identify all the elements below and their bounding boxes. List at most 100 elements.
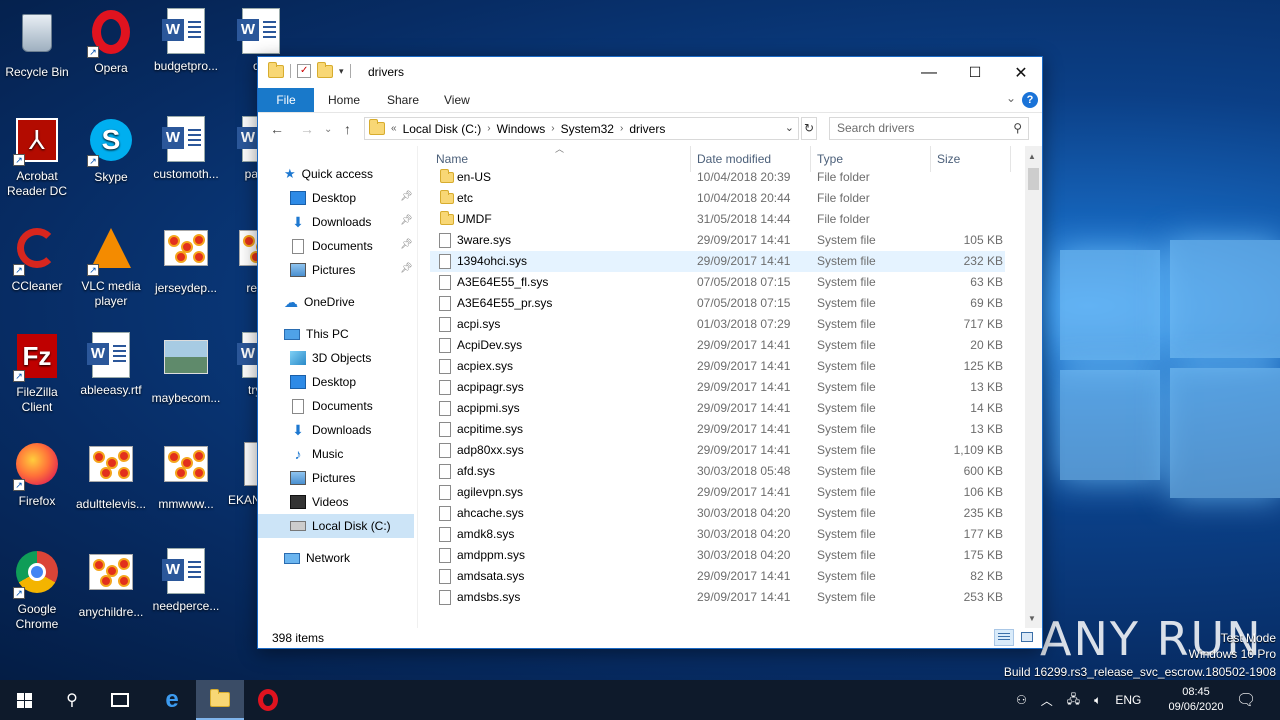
tab-share[interactable]: Share xyxy=(373,88,433,112)
nav-documents[interactable]: Documents xyxy=(290,394,373,418)
desktop-icon-item[interactable]: ↗ VLC media player xyxy=(74,224,148,309)
desktop-icon-item[interactable]: budgetpro... xyxy=(149,8,223,74)
file-explorer-window[interactable]: ✓ ▾ drivers — ☐ ✕ File Home Share View ⌄… xyxy=(257,56,1043,649)
breadcrumb-local-disk[interactable]: Local Disk (C:) xyxy=(403,122,482,136)
file-row[interactable]: adp80xx.sys 29/09/2017 14:41 System file 1,… xyxy=(430,440,1005,461)
network-icon[interactable]: 🖧︎ xyxy=(1067,690,1080,711)
nav-local-disk[interactable]: Local Disk (C:) xyxy=(258,514,414,538)
nav-onedrive[interactable]: ☁ OneDrive xyxy=(284,290,355,314)
maximize-button[interactable]: ☐ xyxy=(952,57,998,88)
desktop-icon-item[interactable]: jerseydep... xyxy=(149,224,223,296)
nav-this-pc[interactable]: This PC xyxy=(284,322,349,346)
details-view-button[interactable] xyxy=(994,629,1014,646)
action-center-button[interactable]: 🗨︎ xyxy=(1236,680,1256,720)
breadcrumb-overflow[interactable]: « xyxy=(391,123,397,134)
file-row[interactable]: acpiex.sys 29/09/2017 14:41 System file 125… xyxy=(430,356,1005,377)
nav-quick-desktop[interactable]: Desktop xyxy=(290,186,356,210)
tab-view[interactable]: View xyxy=(430,88,484,112)
title-bar[interactable]: ✓ ▾ drivers — ☐ ✕ xyxy=(258,57,1042,88)
taskbar-opera[interactable] xyxy=(244,680,292,720)
desktop-icon-item[interactable]: ↗ CCleaner xyxy=(0,224,74,294)
properties-icon[interactable]: ✓ xyxy=(297,64,311,78)
nav-quick-pictures[interactable]: Pictures xyxy=(290,258,355,282)
file-row[interactable]: acpipagr.sys 29/09/2017 14:41 System file 1… xyxy=(430,377,1005,398)
nav-3d-objects[interactable]: 3D Objects xyxy=(290,346,371,370)
file-row[interactable]: 3ware.sys 29/09/2017 14:41 System file 105 … xyxy=(430,230,1005,251)
tab-file[interactable]: File xyxy=(258,88,314,112)
pin-icon[interactable]: 📌︎ xyxy=(400,215,413,226)
scrollbar-thumb[interactable] xyxy=(1028,168,1039,190)
recent-locations-icon[interactable]: ⌄ xyxy=(324,124,332,135)
nav-pictures[interactable]: Pictures xyxy=(290,466,355,490)
large-icons-view-button[interactable] xyxy=(1018,629,1038,646)
desktop-icon-item[interactable]: anychildre... xyxy=(74,548,148,620)
file-row[interactable]: afd.sys 30/03/2018 05:48 System file 600 KB xyxy=(430,461,1005,482)
scroll-down-icon[interactable]: ▼ xyxy=(1028,614,1036,623)
file-row[interactable]: A3E64E55_pr.sys 07/05/2018 07:15 System fi… xyxy=(430,293,1005,314)
desktop-icon-item[interactable]: ↗ Firefox xyxy=(0,440,74,509)
desktop-icon-item[interactable]: adulttelevis... xyxy=(74,440,148,512)
folder-row[interactable]: UMDF 31/05/2018 14:44 File folder xyxy=(430,209,1005,230)
desktop-icon-item[interactable]: ⅄ ↗ Acrobat Reader DC xyxy=(0,116,74,199)
chevron-right-icon[interactable]: › xyxy=(620,123,623,134)
file-row[interactable]: A3E64E55_fl.sys 07/05/2018 07:15 System fi… xyxy=(430,272,1005,293)
breadcrumb-windows[interactable]: Windows xyxy=(497,122,546,136)
file-list[interactable]: ︿ Name Date modified Type Size en-US 10/0… xyxy=(430,146,1042,628)
language-indicator[interactable]: ENG xyxy=(1115,693,1141,707)
file-row[interactable]: amdsata.sys 29/09/2017 14:41 System file 82… xyxy=(430,566,1005,587)
taskbar-edge[interactable]: e xyxy=(148,680,196,720)
forward-button[interactable]: → xyxy=(300,121,314,137)
file-row[interactable]: amdsbs.sys 29/09/2017 14:41 System file 253… xyxy=(430,587,1005,608)
task-view-button[interactable] xyxy=(96,680,144,720)
desktop-icon-item[interactable]: ableeasy.rtf xyxy=(74,332,148,398)
desktop-icon-item[interactable]: ↗ Google Chrome xyxy=(0,548,74,632)
pin-icon[interactable]: 📌︎ xyxy=(400,191,413,202)
back-button[interactable]: ← xyxy=(270,121,284,137)
refresh-button[interactable]: ↻ xyxy=(801,117,817,140)
file-row[interactable]: amdk8.sys 30/03/2018 04:20 System file 177 … xyxy=(430,524,1005,545)
file-row[interactable]: 1394ohci.sys 29/09/2017 14:41 System file 2… xyxy=(430,251,1005,272)
search-button[interactable]: ⚲ xyxy=(48,680,96,720)
desktop-icon-item[interactable]: S ↗ Skype xyxy=(74,116,148,185)
address-dropdown-icon[interactable]: ⌄ xyxy=(785,121,794,134)
show-hidden-icons[interactable]: ︿ xyxy=(1041,692,1053,709)
volume-icon[interactable]: 🔈︎ xyxy=(1094,693,1101,708)
start-button[interactable] xyxy=(0,680,48,720)
vertical-scrollbar[interactable]: ▲ ▼ xyxy=(1025,146,1042,628)
nav-desktop[interactable]: Desktop xyxy=(290,370,356,394)
breadcrumb-system32[interactable]: System32 xyxy=(561,122,614,136)
desktop-icon-item[interactable]: mmwww... xyxy=(149,440,223,512)
nav-music[interactable]: ♪ Music xyxy=(290,442,344,466)
scroll-up-icon[interactable]: ▲ xyxy=(1028,152,1036,161)
file-row[interactable]: acpitime.sys 29/09/2017 14:41 System file 1… xyxy=(430,419,1005,440)
desktop-icon-item[interactable]: ↗ Opera xyxy=(74,8,148,76)
nav-downloads[interactable]: ⬇ Downloads xyxy=(290,418,371,442)
breadcrumb-drivers[interactable]: drivers xyxy=(629,122,665,136)
tab-home[interactable]: Home xyxy=(314,88,374,112)
chevron-down-icon[interactable]: ⌄ xyxy=(1006,91,1016,105)
nav-quick-downloads[interactable]: ⬇ Downloads xyxy=(290,210,371,234)
minimize-button[interactable]: — xyxy=(906,57,952,88)
folder-row[interactable]: en-US 10/04/2018 20:39 File folder xyxy=(430,167,1005,188)
clock[interactable]: 08:45 09/06/2020 xyxy=(1160,680,1232,720)
nav-network[interactable]: Network xyxy=(284,546,350,570)
desktop-icon-item[interactable]: needperce... xyxy=(149,548,223,614)
folder-row[interactable]: etc 10/04/2018 20:44 File folder xyxy=(430,188,1005,209)
file-row[interactable]: acpipmi.sys 29/09/2017 14:41 System file 14… xyxy=(430,398,1005,419)
navigation-pane[interactable]: ★ Quick access Desktop 📌︎ ⬇ Downloads 📌︎… xyxy=(258,146,418,628)
chevron-right-icon[interactable]: › xyxy=(551,123,554,134)
new-folder-icon[interactable] xyxy=(317,61,333,78)
nav-videos[interactable]: Videos xyxy=(290,490,348,514)
up-button[interactable]: ↑ xyxy=(344,121,351,137)
chevron-right-icon[interactable]: › xyxy=(487,123,490,134)
file-row[interactable]: amdppm.sys 30/03/2018 04:20 System file 175… xyxy=(430,545,1005,566)
desktop-icon-item[interactable]: maybecom... xyxy=(149,332,223,406)
close-button[interactable]: ✕ xyxy=(998,57,1044,88)
taskbar-file-explorer[interactable] xyxy=(196,680,244,720)
people-icon[interactable]: ⚇ xyxy=(1016,693,1027,707)
pin-icon[interactable]: 📌︎ xyxy=(400,263,413,274)
address-bar[interactable]: « Local Disk (C:) › Windows › System32 ›… xyxy=(364,117,799,140)
file-row[interactable]: ahcache.sys 30/03/2018 04:20 System file 23… xyxy=(430,503,1005,524)
customize-toolbar-icon[interactable]: ▾ xyxy=(339,66,344,77)
file-row[interactable]: AcpiDev.sys 29/09/2017 14:41 System file 20… xyxy=(430,335,1005,356)
